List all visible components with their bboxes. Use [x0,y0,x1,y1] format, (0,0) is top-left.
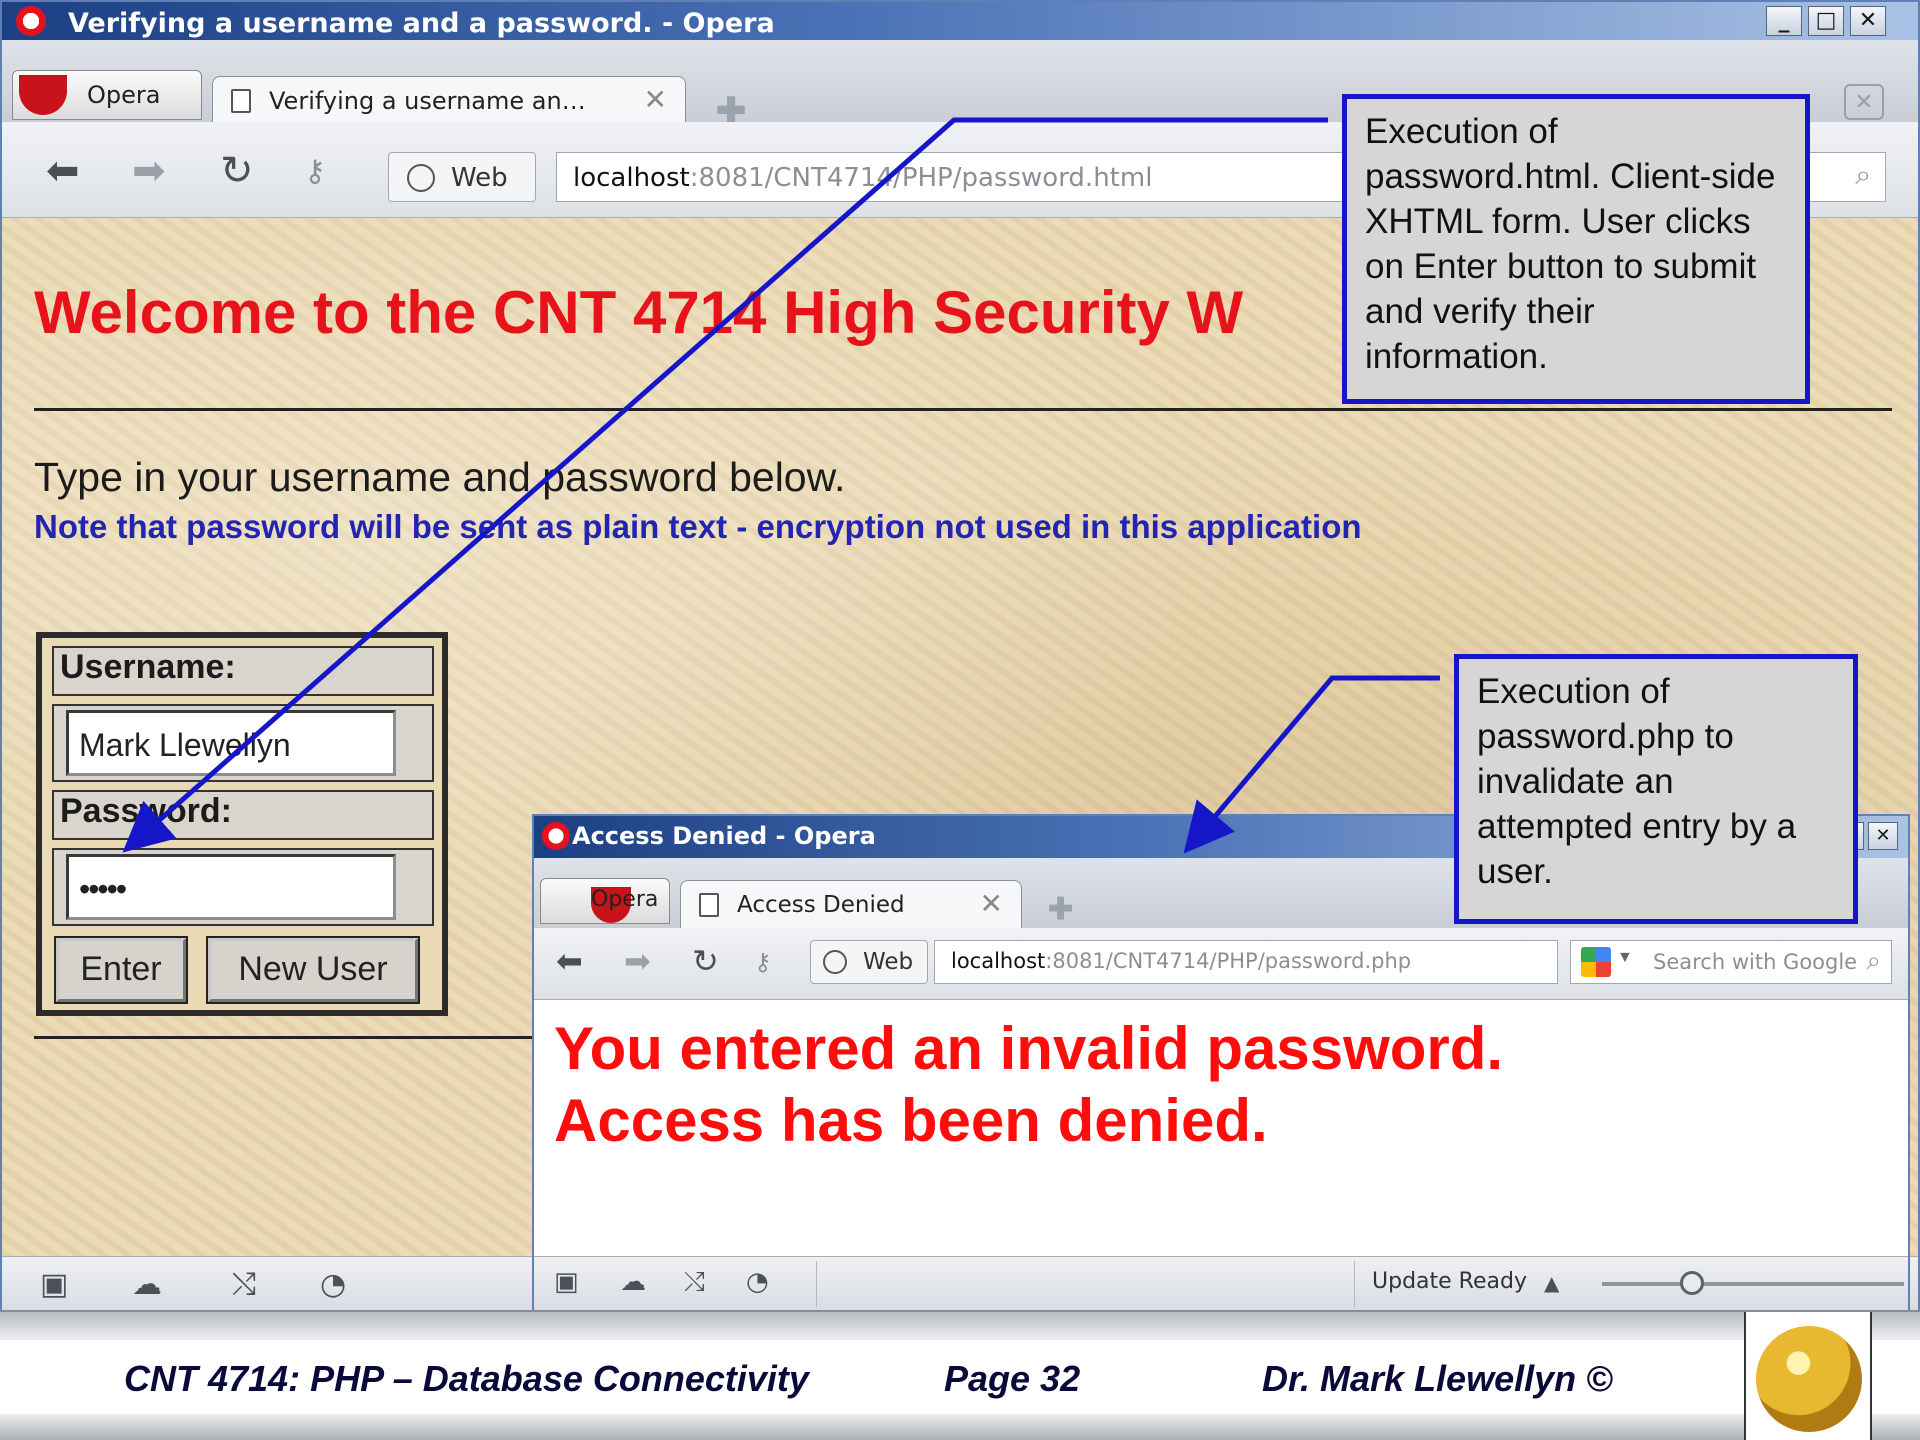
zoom-slider[interactable] [1602,1282,1904,1286]
popup-page-content: You entered an invalid password. Access … [534,1000,1908,1256]
close-window-button[interactable]: ✕ [1868,822,1898,850]
footer-course: CNT 4714: PHP – Database Connectivity [124,1358,809,1399]
footer-author: Dr. Mark Llewellyn © [1262,1358,1613,1399]
speed-dial-icon[interactable]: ◔ [320,1267,346,1302]
tab-label: Access Denied [737,892,905,918]
web-label: Web [863,949,914,975]
close-tab-icon[interactable]: ✕ [980,887,1003,920]
footer-band [0,1312,1920,1340]
opera-menu-label: Opera [87,81,161,109]
callout-password-html: Execution of password.html. Client-side … [1342,94,1810,404]
popup-window-title: Access Denied - Opera [572,822,876,850]
main-titlebar: Verifying a username and a password. - O… [2,2,1918,40]
divider [34,408,1892,411]
globe-icon [823,950,847,974]
username-cell: Mark Llewellyn [52,704,434,782]
popup-status-bar: ▣ ☁ ⤭ ◔ Update Ready ▲ [534,1256,1908,1310]
key-icon[interactable]: ⚷ [304,154,326,189]
username-field[interactable]: Mark Llewellyn [66,710,396,776]
cloud-icon[interactable]: ☁ [620,1267,646,1297]
forward-icon[interactable]: ➡ [132,148,166,194]
reload-icon[interactable]: ↻ [220,148,254,194]
instruction-text: Type in your username and password below… [34,454,846,500]
search-icon[interactable]: ⌕ [1866,945,1881,977]
url-path: :8081/CNT4714/PHP/password.html [689,163,1153,193]
popup-navigation-bar: ⬅ ➡ ↻ ⚷ Web localhost:8081/CNT4714/PHP/p… [534,928,1908,1000]
search-box[interactable]: ▼ Search with Google ⌕ [1570,940,1892,984]
maximize-button[interactable]: □ [1808,6,1844,36]
tab-verifying[interactable]: Verifying a username an… ✕ [212,76,686,122]
minimize-button[interactable]: _ [1766,6,1802,36]
tab-label: Verifying a username an… [269,87,586,115]
forward-icon[interactable]: ➡ [624,942,651,980]
footer-page-number: Page 32 [944,1358,1081,1399]
chevron-down-icon[interactable]: ▼ [1617,949,1633,967]
login-form: Username: Mark Llewellyn Password: •••••… [36,632,448,1016]
close-tab-icon[interactable]: ✕ [644,83,667,116]
plaintext-note: Note that password will be sent as plain… [34,508,1362,545]
close-window-button[interactable]: ✕ [1850,6,1886,36]
password-label: Password: [52,790,434,840]
update-ready-label[interactable]: Update Ready [1372,1269,1527,1294]
tab-access-denied[interactable]: Access Denied ✕ [680,880,1022,928]
divider [34,1036,534,1039]
google-icon [1581,947,1611,977]
divider [816,1261,817,1307]
opera-logo-icon [542,822,570,850]
key-icon[interactable]: ⚷ [754,948,772,976]
page-icon [231,89,251,113]
enter-button[interactable]: Enter [54,936,188,1004]
unite-icon[interactable]: ⤭ [684,1267,705,1298]
search-icon[interactable]: ⌕ [1855,159,1871,192]
url-host: localhost [573,163,690,193]
new-tab-icon[interactable]: ✚ [1048,892,1073,927]
opera-logo-icon [16,6,46,36]
globe-icon [407,164,435,192]
chevron-up-icon[interactable]: ▲ [1544,1271,1559,1295]
url-path: :8081/CNT4714/PHP/password.php [1045,949,1412,973]
opera-menu-button[interactable]: Opera [12,70,202,120]
search-placeholder: Search with Google [1653,950,1858,974]
page-icon [699,893,719,917]
cloud-icon[interactable]: ☁ [132,1267,162,1302]
panel-icon[interactable]: ▣ [554,1267,579,1297]
web-label: Web [451,163,508,193]
web-search-button[interactable]: Web [810,940,928,984]
error-message-line2: Access has been denied. [554,1087,1268,1154]
zoom-slider-thumb[interactable] [1680,1271,1704,1295]
main-window-title: Verifying a username and a password. - O… [68,8,775,39]
slide-footer: CNT 4714: PHP – Database Connectivity Pa… [0,1310,1920,1440]
unite-icon[interactable]: ⤭ [232,1267,256,1302]
new-user-button[interactable]: New User [206,936,420,1004]
error-message-line1: You entered an invalid password. [554,1015,1504,1082]
url-text: localhost:8081/CNT4714/PHP/password.html [573,163,1152,193]
ucf-logo [1744,1312,1872,1440]
back-icon[interactable]: ⬅ [556,942,583,980]
panel-icon[interactable]: ▣ [40,1267,68,1302]
address-bar[interactable]: localhost:8081/CNT4714/PHP/password.php [934,940,1558,984]
url-text: localhost:8081/CNT4714/PHP/password.php [951,949,1411,973]
web-search-button[interactable]: Web [388,152,536,202]
opera-menu-label: Opera [591,887,659,912]
opera-logo-icon [19,75,67,115]
footer-band [0,1414,1920,1440]
ucf-logo-icon [1756,1326,1862,1432]
opera-menu-button[interactable]: Opera [540,878,670,924]
back-icon[interactable]: ⬅ [46,148,80,194]
page-heading: Welcome to the CNT 4714 High Security W [34,279,1244,346]
password-field[interactable]: ••••• [66,854,396,920]
username-label: Username: [52,646,434,696]
password-cell: ••••• [52,848,434,926]
url-host: localhost [951,949,1046,973]
reload-icon[interactable]: ↻ [692,942,719,980]
callout-password-php: Execution of password.php to invalidate … [1454,654,1858,924]
trash-icon[interactable]: ✕ [1844,84,1884,120]
divider [1354,1261,1355,1307]
speed-dial-icon[interactable]: ◔ [746,1267,769,1297]
